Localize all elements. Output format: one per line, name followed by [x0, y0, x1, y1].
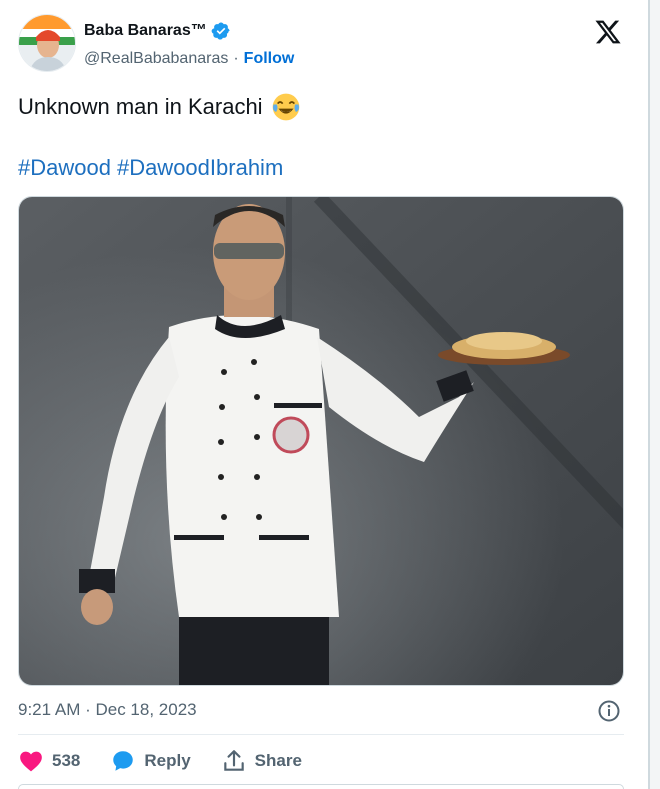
tweet-text-row: Unknown man in Karachi — [18, 92, 301, 122]
separator-dot: · — [233, 50, 239, 67]
verified-badge-icon — [211, 22, 230, 40]
author-handle[interactable]: @RealBababanaras — [84, 50, 228, 68]
share-label: Share — [254, 751, 302, 770]
info-icon[interactable] — [597, 699, 621, 723]
page-gutter — [650, 0, 660, 789]
tweet-embed-card: Baba Banaras™ @RealBababanaras · Follow … — [0, 0, 648, 789]
author-handle-row: @RealBababanaras · Follow — [84, 50, 294, 68]
share-button[interactable]: Share — [221, 748, 302, 774]
tweet-media-photo[interactable] — [18, 196, 624, 686]
face-with-tears-of-joy-icon — [272, 93, 299, 121]
hashtag-dawoodibrahim[interactable]: #DawoodIbrahim — [117, 155, 283, 180]
share-upload-icon — [223, 750, 244, 771]
tweet-header: Baba Banaras™ @RealBababanaras · Follow — [18, 14, 630, 76]
reply-button[interactable]: Reply — [110, 748, 191, 774]
reply-bubble-icon — [113, 751, 134, 771]
like-button[interactable]: 538 — [18, 748, 80, 774]
hashtags: #Dawood #DawoodIbrahim — [18, 155, 289, 181]
read-more-bar[interactable] — [18, 784, 624, 789]
author-name-row: Baba Banaras™ — [84, 21, 231, 41]
heart-icon — [20, 751, 42, 772]
hashtag-dawood[interactable]: #Dawood — [18, 155, 111, 180]
tweet-text: Unknown man in Karachi — [18, 94, 263, 119]
divider — [18, 734, 624, 735]
author-name[interactable]: Baba Banaras™ — [84, 22, 207, 40]
follow-button[interactable]: Follow — [244, 50, 295, 68]
x-logo-icon[interactable] — [594, 18, 622, 46]
reply-label: Reply — [144, 751, 191, 770]
tweet-timestamp[interactable]: 9:21 AM · Dec 18, 2023 — [18, 700, 197, 720]
tweet-actions: 538 Reply Share — [18, 747, 332, 775]
like-count: 538 — [52, 751, 81, 770]
avatar[interactable] — [18, 14, 76, 72]
